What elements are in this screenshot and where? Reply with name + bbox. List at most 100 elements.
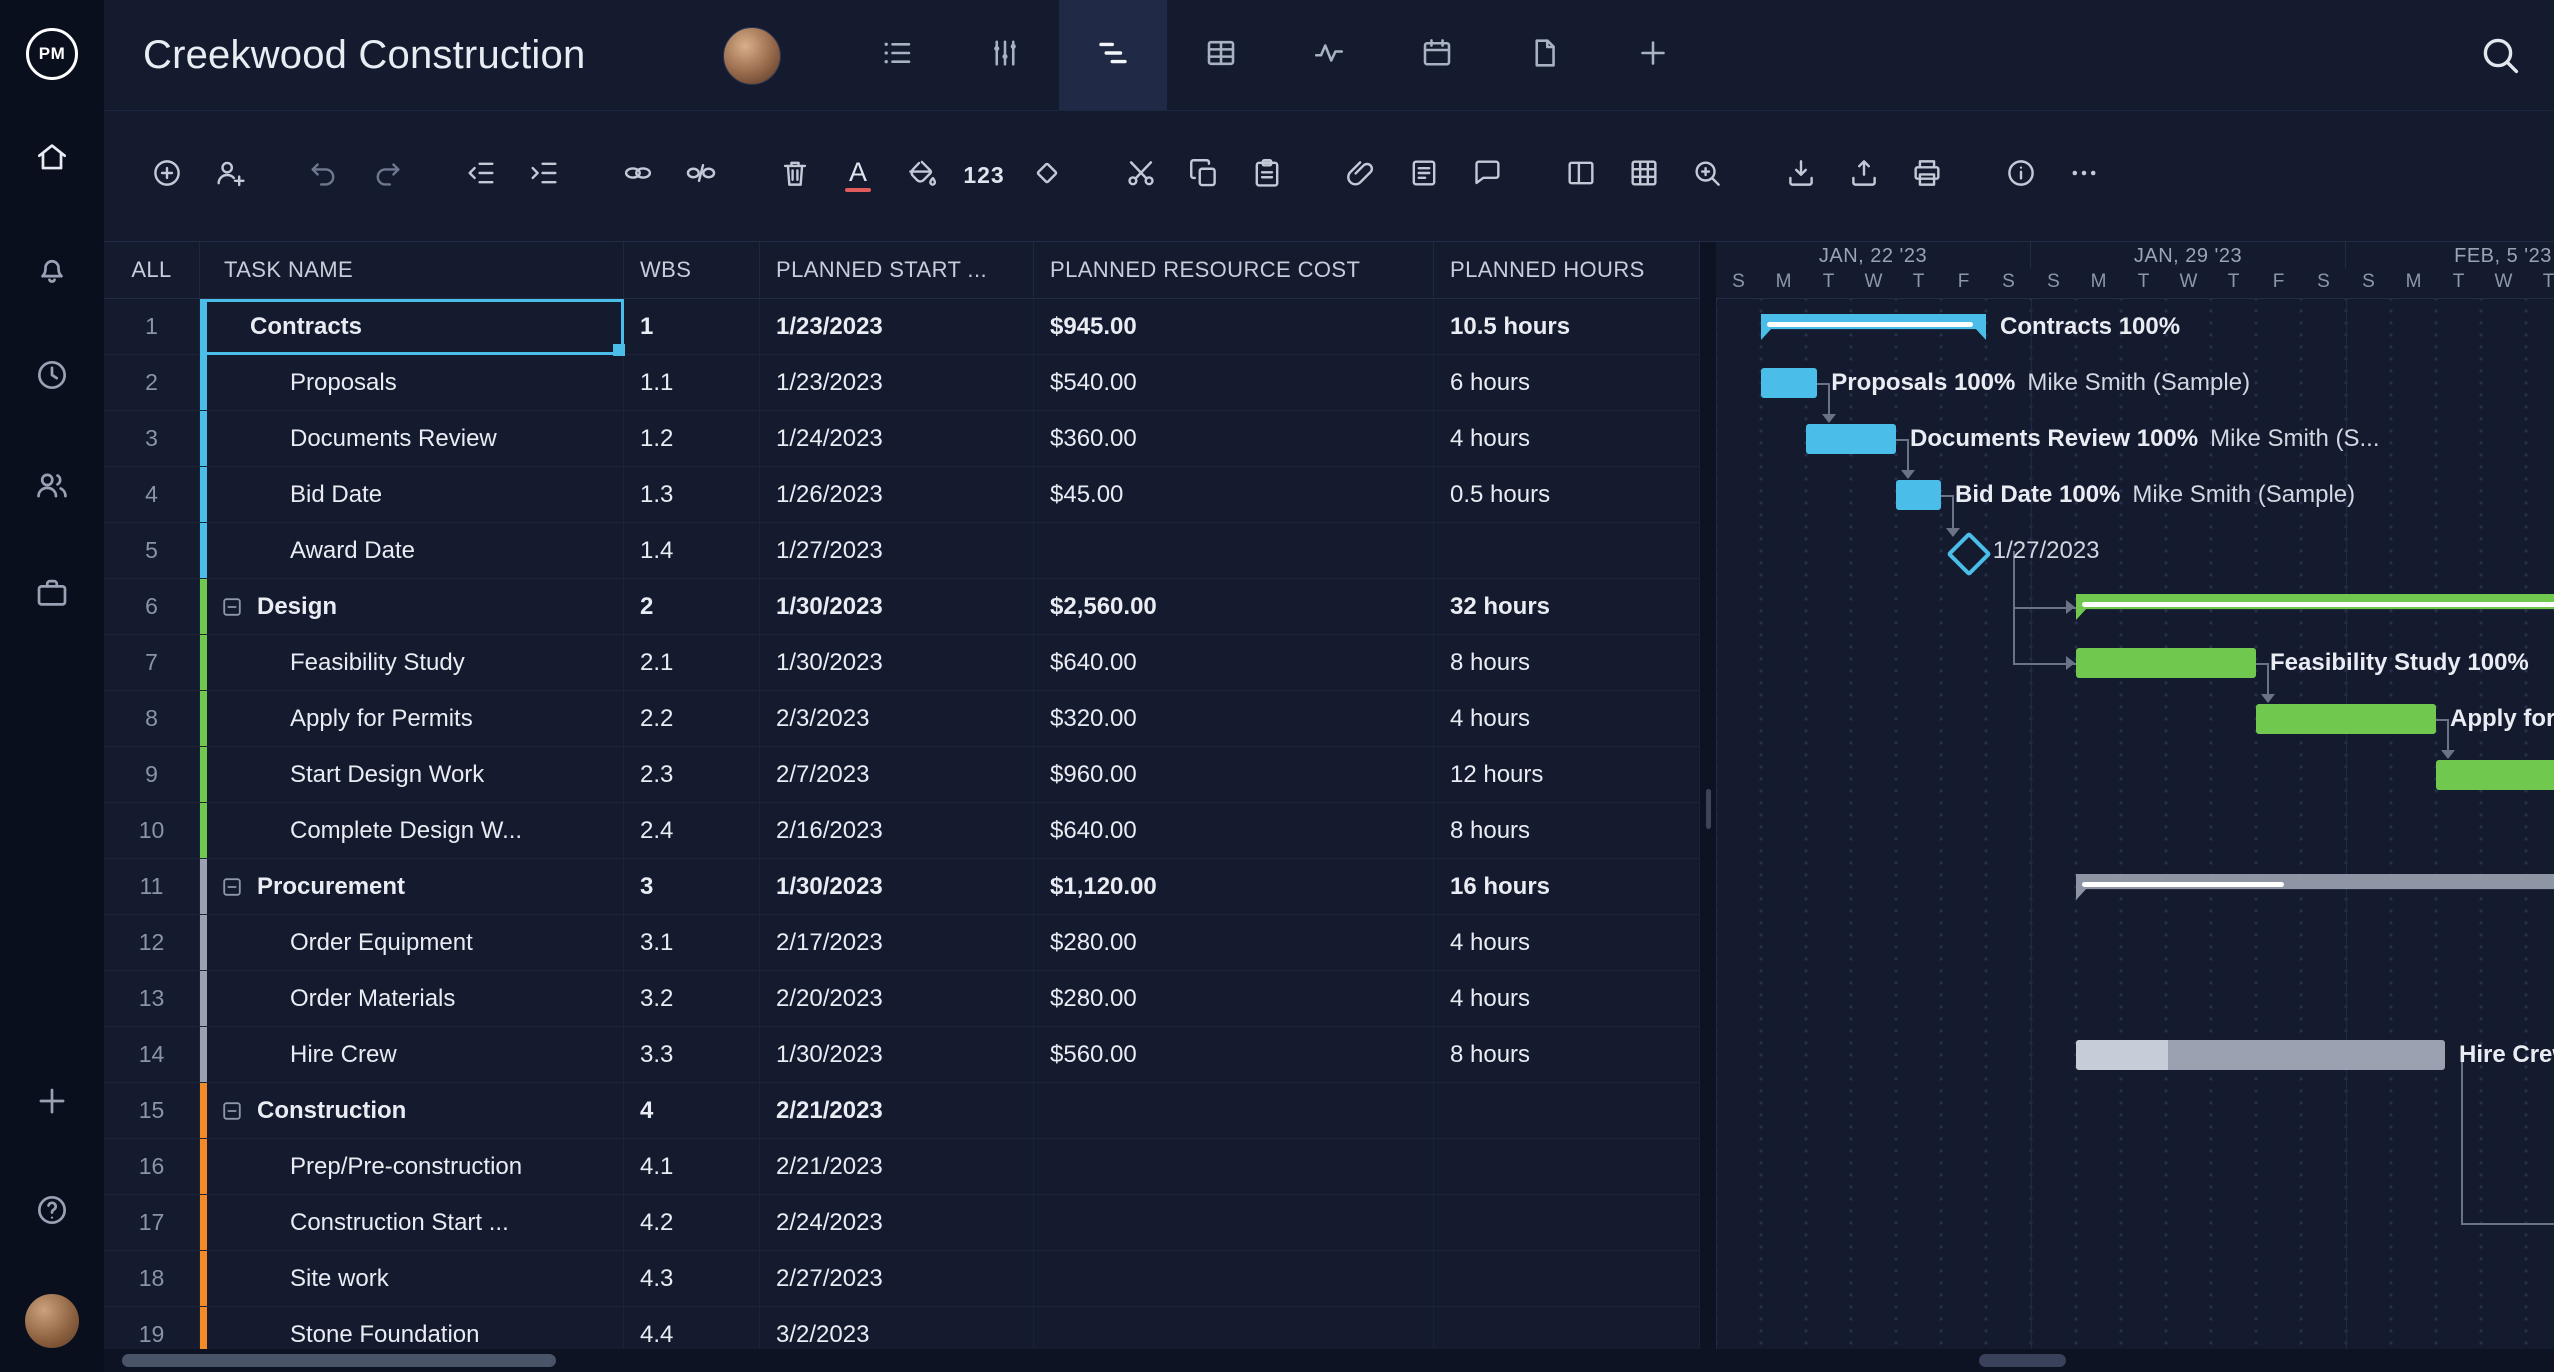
- task-name-cell[interactable]: Prep/Pre-construction: [200, 1139, 624, 1194]
- column-header-filter[interactable]: ALL: [104, 241, 200, 299]
- task-name-cell[interactable]: Hire Crew: [200, 1027, 624, 1082]
- collapse-icon[interactable]: [221, 1100, 243, 1122]
- task-bar[interactable]: [2436, 760, 2554, 790]
- pane-splitter[interactable]: [1700, 241, 1716, 1372]
- planned-cost-cell[interactable]: $360.00: [1034, 411, 1434, 466]
- task-bar[interactable]: [1761, 368, 1818, 398]
- table-row[interactable]: 1 Contracts 1 1/23/2023 $945.00 10.5 hours: [104, 299, 1700, 356]
- tab-list-view[interactable]: [843, 0, 951, 110]
- task-name-cell[interactable]: Complete Design W...: [200, 803, 624, 858]
- wbs-cell[interactable]: 4.1: [624, 1139, 760, 1194]
- wbs-cell[interactable]: 4.2: [624, 1195, 760, 1250]
- table-row[interactable]: 14 Hire Crew 3.3 1/30/2023 $560.00 8 hours: [104, 1027, 1700, 1083]
- task-name-cell[interactable]: Bid Date: [200, 467, 624, 522]
- add-task-button[interactable]: [144, 153, 190, 199]
- add-subtask-button[interactable]: [207, 153, 253, 199]
- planned-hours-cell[interactable]: 4 hours: [1434, 411, 1700, 466]
- paste-button[interactable]: [1244, 153, 1290, 199]
- planned-start-cell[interactable]: 2/17/2023: [760, 915, 1034, 970]
- planned-hours-cell[interactable]: [1434, 523, 1700, 578]
- redo-button[interactable]: [364, 153, 410, 199]
- planned-start-cell[interactable]: 2/24/2023: [760, 1195, 1034, 1250]
- planned-start-cell[interactable]: 1/23/2023: [760, 299, 1034, 354]
- tab-activity-view[interactable]: [1275, 0, 1383, 110]
- planned-start-cell[interactable]: 1/26/2023: [760, 467, 1034, 522]
- planned-cost-cell[interactable]: [1034, 1251, 1434, 1306]
- table-row[interactable]: 12 Order Equipment 3.1 2/17/2023 $280.00 4 ho…: [104, 915, 1700, 971]
- planned-hours-cell[interactable]: 6 hours: [1434, 355, 1700, 410]
- planned-cost-cell[interactable]: $945.00: [1034, 299, 1434, 354]
- task-name-cell[interactable]: Feasibility Study: [200, 635, 624, 690]
- undo-button[interactable]: [301, 153, 347, 199]
- planned-hours-cell[interactable]: [1434, 1251, 1700, 1306]
- collapse-icon[interactable]: [221, 876, 243, 898]
- table-row[interactable]: 18 Site work 4.3 2/27/2023: [104, 1251, 1700, 1307]
- planned-hours-cell[interactable]: 8 hours: [1434, 1027, 1700, 1082]
- table-row[interactable]: 19 Stone Foundation 4.4 3/2/2023: [104, 1307, 1700, 1349]
- cut-button[interactable]: [1118, 153, 1164, 199]
- print-button[interactable]: [1904, 153, 1950, 199]
- task-bar[interactable]: [2076, 1040, 2445, 1070]
- unlink-tasks-button[interactable]: [678, 153, 724, 199]
- planned-start-cell[interactable]: 2/21/2023: [760, 1139, 1034, 1194]
- wbs-cell[interactable]: 1.1: [624, 355, 760, 410]
- tab-sheet-view[interactable]: [1167, 0, 1275, 110]
- user-avatar[interactable]: [25, 1294, 79, 1348]
- wbs-cell[interactable]: 2.2: [624, 691, 760, 746]
- column-header-planned-hours[interactable]: PLANNED HOURS: [1434, 241, 1700, 299]
- table-row[interactable]: 6 Design 2 1/30/2023 $2,560.00 32 hours: [104, 579, 1700, 635]
- planned-start-cell[interactable]: 2/7/2023: [760, 747, 1034, 802]
- wbs-cell[interactable]: 3.3: [624, 1027, 760, 1082]
- planned-start-cell[interactable]: 3/2/2023: [760, 1307, 1034, 1349]
- planned-start-cell[interactable]: 1/23/2023: [760, 355, 1034, 410]
- planned-start-cell[interactable]: 1/30/2023: [760, 579, 1034, 634]
- wbs-cell[interactable]: 1.4: [624, 523, 760, 578]
- wbs-cell[interactable]: 2.4: [624, 803, 760, 858]
- planned-hours-cell[interactable]: [1434, 1083, 1700, 1138]
- planned-hours-cell[interactable]: 32 hours: [1434, 579, 1700, 634]
- planned-cost-cell[interactable]: $280.00: [1034, 915, 1434, 970]
- planned-cost-cell[interactable]: $2,560.00: [1034, 579, 1434, 634]
- column-header-wbs[interactable]: WBS: [624, 241, 760, 299]
- column-header-task-name[interactable]: TASK NAME: [200, 241, 624, 299]
- export-file-button[interactable]: [1841, 153, 1887, 199]
- task-name-cell[interactable]: Stone Foundation: [200, 1307, 624, 1349]
- import-file-button[interactable]: [1778, 153, 1824, 199]
- planned-start-cell[interactable]: 2/20/2023: [760, 971, 1034, 1026]
- planned-start-cell[interactable]: 1/24/2023: [760, 411, 1034, 466]
- task-name-cell[interactable]: Order Materials: [200, 971, 624, 1026]
- wbs-cell[interactable]: 4.3: [624, 1251, 760, 1306]
- selection-fill-handle[interactable]: [613, 344, 625, 356]
- sidebar-item-portfolio[interactable]: [33, 574, 71, 612]
- task-name-cell[interactable]: Construction Start ...: [200, 1195, 624, 1250]
- info-button[interactable]: [1998, 153, 2044, 199]
- column-header-planned-start-[interactable]: PLANNED START ...: [760, 241, 1034, 299]
- task-name-cell[interactable]: Procurement: [200, 859, 624, 914]
- table-horizontal-scrollbar[interactable]: [122, 1354, 556, 1367]
- planned-cost-cell[interactable]: [1034, 1307, 1434, 1349]
- planned-cost-cell[interactable]: [1034, 1083, 1434, 1138]
- planned-hours-cell[interactable]: 8 hours: [1434, 635, 1700, 690]
- add-note-button[interactable]: [1401, 153, 1447, 199]
- summary-bar[interactable]: [1761, 314, 1986, 340]
- wbs-cell[interactable]: 2.1: [624, 635, 760, 690]
- table-row[interactable]: 15 Construction 4 2/21/2023: [104, 1083, 1700, 1139]
- planned-start-cell[interactable]: 2/16/2023: [760, 803, 1034, 858]
- tab-calendar-view[interactable]: [1383, 0, 1491, 110]
- table-row[interactable]: 2 Proposals 1.1 1/23/2023 $540.00 6 hours: [104, 355, 1700, 411]
- planned-start-cell[interactable]: 2/3/2023: [760, 691, 1034, 746]
- wbs-cell[interactable]: 2: [624, 579, 760, 634]
- wbs-cell[interactable]: 4.4: [624, 1307, 760, 1349]
- table-row[interactable]: 17 Construction Start ... 4.2 2/24/2023: [104, 1195, 1700, 1251]
- table-row[interactable]: 7 Feasibility Study 2.1 1/30/2023 $640.00 8 h…: [104, 635, 1700, 691]
- zoom-in-button[interactable]: [1684, 153, 1730, 199]
- indent-button[interactable]: [521, 153, 567, 199]
- planned-cost-cell[interactable]: [1034, 523, 1434, 578]
- link-tasks-button[interactable]: [615, 153, 661, 199]
- task-name-cell[interactable]: Proposals: [200, 355, 624, 410]
- copy-button[interactable]: [1181, 153, 1227, 199]
- table-row[interactable]: 16 Prep/Pre-construction 4.1 2/21/2023: [104, 1139, 1700, 1195]
- planned-start-cell[interactable]: 1/30/2023: [760, 859, 1034, 914]
- task-name-cell[interactable]: Apply for Permits: [200, 691, 624, 746]
- planned-hours-cell[interactable]: 10.5 hours: [1434, 299, 1700, 354]
